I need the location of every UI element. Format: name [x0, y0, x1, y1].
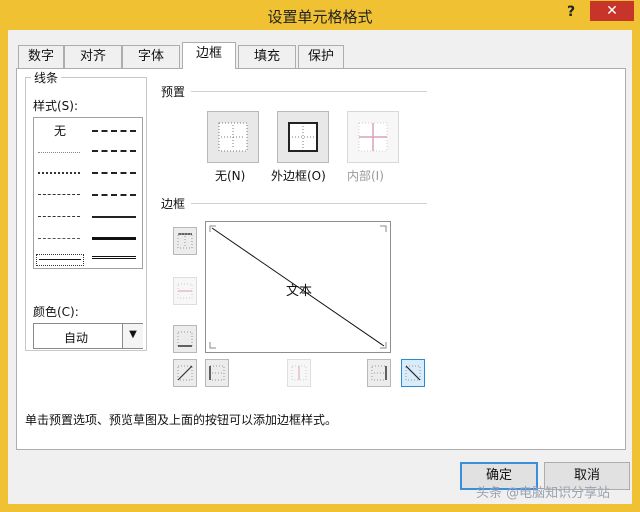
line-style-medium-dash-dot[interactable]	[92, 172, 136, 174]
border-diagonal-up-button[interactable]	[173, 359, 197, 387]
border-inside-vertical-button	[287, 359, 311, 387]
tab-font[interactable]: 字体	[122, 45, 180, 68]
watermark: 头条 @电脑知识分享站	[476, 486, 611, 501]
tab-alignment[interactable]: 对齐	[64, 45, 122, 68]
dialog-window: 设置单元格格式 ? ✕ 数字 对齐 字体 边框 填充 保护 线条 样式(S): …	[0, 0, 640, 512]
close-button[interactable]: ✕	[590, 1, 634, 21]
dialog-title: 设置单元格格式	[267, 8, 373, 26]
preset-outline-button[interactable]	[277, 111, 329, 163]
right-border-icon	[371, 365, 387, 381]
border-left-button[interactable]	[205, 359, 229, 387]
line-style-dash-dot-dot[interactable]	[38, 194, 80, 195]
dialog-client-area: 数字 对齐 字体 边框 填充 保护 线条 样式(S): 无 颜色(C): 自动 …	[8, 30, 632, 504]
border-tab-panel: 线条 样式(S): 无 颜色(C): 自动 ▼ 预置 无(N) 外边框(O) 内…	[16, 68, 626, 450]
tab-border[interactable]: 边框	[182, 42, 236, 69]
color-value: 自动	[64, 331, 89, 345]
top-border-icon	[177, 233, 193, 249]
line-style-dotted[interactable]	[38, 172, 80, 174]
line-style-list[interactable]: 无	[33, 117, 143, 269]
border-title: 边框	[161, 197, 186, 211]
preview-text: 文本	[286, 284, 313, 299]
presets-separator	[191, 91, 427, 92]
diagonal-up-border-icon	[177, 365, 193, 381]
preset-none-label: 无(N)	[215, 169, 246, 183]
diagonal-down-border-icon	[405, 365, 421, 381]
line-style-thick[interactable]	[92, 237, 136, 240]
border-inside-horizontal-button	[173, 277, 197, 305]
border-top-button[interactable]	[173, 227, 197, 255]
no-border-icon	[218, 122, 248, 152]
line-style-medium-dash-dot-dot[interactable]	[92, 130, 136, 132]
presets-title: 预置	[161, 85, 186, 99]
border-separator	[191, 203, 427, 204]
border-diagonal-down-button[interactable]	[401, 359, 425, 387]
tab-protection[interactable]: 保护	[298, 45, 344, 68]
line-style-none[interactable]: 无	[54, 122, 66, 139]
color-label: 颜色(C):	[33, 305, 79, 319]
preset-none-button[interactable]	[207, 111, 259, 163]
border-bottom-button[interactable]	[173, 325, 197, 353]
line-style-medium-dashed[interactable]	[92, 194, 136, 196]
inside-border-icon	[358, 122, 388, 152]
line-style-hair[interactable]	[38, 152, 80, 153]
style-label: 样式(S):	[33, 99, 79, 113]
title-bar[interactable]: 设置单元格格式 ? ✕	[0, 0, 640, 30]
inside-vertical-border-icon	[291, 365, 307, 381]
border-right-button[interactable]	[367, 359, 391, 387]
line-style-double[interactable]	[92, 256, 136, 259]
preset-outline-label: 外边框(O)	[271, 169, 326, 183]
preset-inside-button	[347, 111, 399, 163]
bottom-border-icon	[177, 331, 193, 347]
line-style-thin-selected[interactable]	[36, 254, 84, 266]
line-style-slant-dash-dot[interactable]	[92, 150, 136, 152]
help-button[interactable]: ?	[558, 2, 584, 22]
line-style-dash-dot[interactable]	[38, 216, 80, 217]
color-select[interactable]: 自动 ▼	[33, 323, 143, 349]
line-group-title: 线条	[31, 69, 62, 86]
line-style-dashed[interactable]	[38, 238, 80, 239]
chevron-down-icon[interactable]: ▼	[122, 324, 143, 348]
tab-number[interactable]: 数字	[18, 45, 64, 68]
left-border-icon	[209, 365, 225, 381]
preset-inside-label: 内部(I)	[347, 169, 384, 183]
outline-border-icon	[288, 122, 318, 152]
border-preview[interactable]: 文本	[205, 221, 391, 353]
line-style-medium[interactable]	[92, 216, 136, 218]
hint-text: 单击预置选项、预览草图及上面的按钮可以添加边框样式。	[25, 413, 338, 427]
inside-horizontal-border-icon	[177, 283, 193, 299]
tab-fill[interactable]: 填充	[238, 45, 296, 68]
